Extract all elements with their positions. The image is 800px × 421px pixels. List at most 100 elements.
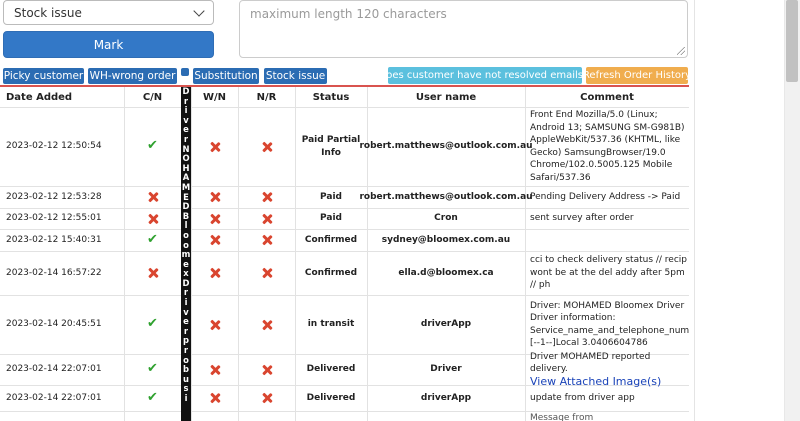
- row-2-comment: sent survey after order: [530, 213, 634, 224]
- row-3-date: 2023-02-12 15:40:31: [6, 234, 102, 245]
- tag-stock-issue[interactable]: Stock issue: [264, 68, 327, 84]
- cross-icon: [210, 365, 220, 375]
- row-4-nr[interactable]: [238, 251, 295, 295]
- header-cn: C/N: [142, 91, 163, 103]
- tag-wh-wrong-order[interactable]: WH-wrong order: [88, 68, 177, 84]
- row-2-nr[interactable]: [238, 208, 295, 229]
- header-status: Status: [312, 91, 350, 103]
- cross-icon: [210, 214, 220, 224]
- refresh-order-history-button[interactable]: Refresh Order History: [583, 67, 691, 84]
- row-6-date: 2023-02-14 22:07:01: [6, 364, 102, 375]
- order-history-table: Date Added C/N W/N N/R Status User name …: [0, 87, 689, 421]
- row-5-date: 2023-02-14 20:45:51: [6, 319, 102, 330]
- stock-issue-select[interactable]: Stock issue: [3, 0, 214, 25]
- row-2-date: 2023-02-12 12:55:01: [6, 213, 102, 224]
- header-date-added: Date Added: [6, 91, 73, 103]
- row-0-user: robert.matthews@outlook.com.au: [359, 141, 533, 152]
- tag-picky-customer[interactable]: Picky customer: [3, 68, 84, 84]
- resize-grip-icon[interactable]: [677, 47, 685, 55]
- tag-substitution[interactable]: Substitution: [193, 68, 259, 84]
- row-4-date: 2023-02-14 16:57:22: [6, 267, 102, 278]
- row-7-date: 2023-02-14 22:07:01: [6, 392, 102, 403]
- row-4-user: ella.d@bloomex.ca: [398, 267, 494, 278]
- mark-button[interactable]: Mark: [3, 31, 214, 58]
- cross-icon: [210, 235, 220, 245]
- cross-icon: [262, 393, 272, 403]
- row-3-cn: ✔: [124, 229, 181, 251]
- row-1-cn[interactable]: [124, 186, 181, 208]
- row-6-status: Delivered: [306, 364, 356, 375]
- row-3-nr[interactable]: [238, 229, 295, 251]
- row-4-cn[interactable]: [124, 251, 181, 295]
- header-comment: Comment: [580, 91, 634, 103]
- row-6-user: Driver: [430, 364, 462, 375]
- row-8-comment: Message from: [530, 412, 594, 421]
- row-2-wn[interactable]: [191, 208, 238, 229]
- scrollbar-thumb[interactable]: [786, 0, 798, 82]
- row-3-comment: [530, 229, 688, 251]
- row-6-wn[interactable]: [191, 354, 238, 385]
- row-5-wn[interactable]: [191, 295, 238, 354]
- row-4-status: Confirmed: [304, 267, 358, 278]
- row-5-comment: Driver: MOHAMED Bloomex Driver Driver in…: [530, 300, 689, 349]
- row-0-wn[interactable]: [191, 107, 238, 186]
- row-1-date: 2023-02-12 12:53:28: [6, 191, 102, 202]
- row-6-nr[interactable]: [238, 354, 295, 385]
- row-1-status: Paid: [320, 191, 342, 202]
- header-wn: W/N: [202, 91, 227, 103]
- cross-icon: [210, 393, 220, 403]
- cross-icon: [262, 365, 272, 375]
- cross-icon: [262, 192, 272, 202]
- row-3-user: sydney@bloomex.com.au: [381, 234, 511, 245]
- row-2-cn[interactable]: [124, 208, 181, 229]
- cross-icon: [262, 235, 272, 245]
- row-7-cn: ✔: [124, 385, 181, 411]
- cross-icon: [148, 192, 158, 202]
- comment-placeholder: maximum length 120 characters: [250, 7, 447, 21]
- row-0-status: Paid Partial Info: [301, 135, 361, 158]
- cross-icon: [262, 142, 272, 152]
- check-icon: ✔: [147, 231, 158, 247]
- row-6-cn: ✔: [124, 354, 181, 385]
- row-6-comment-text: Driver MOHAMED reported delivery.: [530, 351, 651, 375]
- cross-icon: [262, 214, 272, 224]
- row-7-comment: update from driver app: [530, 392, 635, 403]
- row-0-comment: Front End Mozilla/5.0 (Linux; Android 13…: [530, 110, 685, 183]
- row-4-comment: cci to check delivery status // recip wo…: [530, 255, 688, 291]
- row-1-user: robert.matthews@outlook.com.au: [359, 191, 533, 202]
- row-5-status: in transit: [307, 319, 355, 330]
- row-0-date: 2023-02-12 12:50:54: [6, 141, 102, 152]
- check-icon: ✔: [147, 316, 158, 332]
- row-2-user: Cron: [434, 213, 458, 224]
- header-user-name: User name: [415, 91, 477, 103]
- cross-icon: [210, 320, 220, 330]
- cross-icon: [148, 214, 158, 224]
- row-6-comment: Driver MOHAMED reported delivery. View A…: [530, 351, 688, 388]
- row-0-nr[interactable]: [238, 107, 295, 186]
- row-4-wn[interactable]: [191, 251, 238, 295]
- header-nr: N/R: [256, 91, 277, 103]
- row-3-wn[interactable]: [191, 229, 238, 251]
- row-0-cn: ✔: [124, 107, 181, 186]
- vertical-driver-label: DriverNOHAMEDBloomexDriverprobusi: [181, 87, 191, 421]
- row-7-wn[interactable]: [191, 385, 238, 411]
- cross-icon: [262, 320, 272, 330]
- cross-icon: [210, 142, 220, 152]
- check-icon: ✔: [147, 389, 158, 405]
- comment-textarea[interactable]: maximum length 120 characters: [239, 0, 688, 58]
- check-icon: ✔: [147, 138, 158, 154]
- row-7-status: Delivered: [306, 392, 356, 403]
- check-icon: ✔: [147, 361, 158, 377]
- unresolved-emails-button[interactable]: Does customer have not resolved emails ?: [379, 67, 591, 84]
- row-7-user: driverApp: [420, 392, 472, 403]
- row-1-nr[interactable]: [238, 186, 295, 208]
- row-7-nr[interactable]: [238, 385, 295, 411]
- row-2-status: Paid: [320, 213, 342, 224]
- row-5-nr[interactable]: [238, 295, 295, 354]
- panel-border: [694, 0, 695, 421]
- row-1-comment: Pending Delivery Address -> Paid: [530, 191, 681, 202]
- cross-icon: [210, 192, 220, 202]
- cross-icon: [210, 268, 220, 278]
- row-1-wn[interactable]: [191, 186, 238, 208]
- vertical-label-char: i: [184, 393, 188, 403]
